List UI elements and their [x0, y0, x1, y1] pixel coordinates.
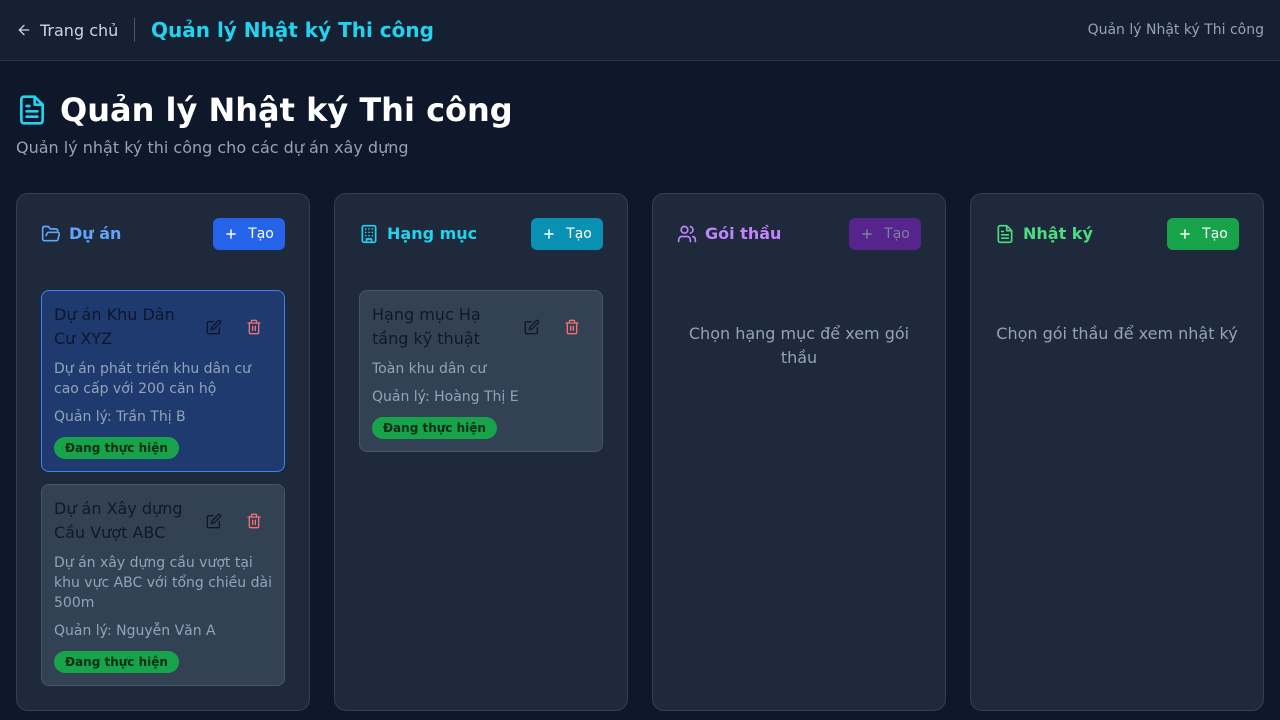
- users-icon: [677, 225, 697, 243]
- create-category-button[interactable]: Tạo: [531, 218, 603, 250]
- file-text-icon: [20, 95, 44, 125]
- project-name: Dự án Xây dựng Cầu Vượt ABC: [54, 499, 183, 542]
- project-description: Dự án phát triển khu dân cư cao cấp với …: [54, 361, 252, 397]
- packages-placeholder: Chọn hạng mục để xem gói thầu: [688, 324, 910, 367]
- packages-panel-title: Gói thầu: [677, 222, 781, 246]
- page-subtitle: Quản lý nhật ký thi công cho các dự án x…: [16, 138, 409, 157]
- packages-panel-header: Gói thầu Tạo: [677, 218, 921, 250]
- header-divider: [134, 18, 135, 42]
- create-project-button[interactable]: Tạo: [213, 218, 285, 250]
- logs-title-label: Nhật ký: [1023, 224, 1093, 243]
- categories-panel: Hạng mục Tạo Hạng mục Hạ tầng kỹ thuật T…: [334, 193, 628, 711]
- category-description: Toàn khu dân cư: [372, 361, 487, 377]
- logs-placeholder: Chọn gói thầu để xem nhật ký: [996, 324, 1238, 343]
- status-badge: Đang thực hiện: [372, 417, 497, 439]
- project-name: Dự án Khu Dân Cư XYZ: [54, 305, 175, 348]
- project-manager: Quản lý: Nguyễn Văn A: [54, 623, 216, 639]
- edit-button[interactable]: [202, 315, 226, 339]
- projects-title-label: Dự án: [69, 224, 122, 243]
- packages-panel: Gói thầu Tạo Chọn hạng mục để xem gói th…: [652, 193, 946, 711]
- plus-icon: [544, 229, 554, 239]
- logs-panel-title: Nhật ký: [995, 222, 1093, 246]
- delete-button[interactable]: [560, 315, 584, 339]
- create-label: Tạo: [1202, 226, 1228, 242]
- back-link[interactable]: Trang chủ: [16, 18, 118, 42]
- trash-icon: [247, 513, 261, 529]
- project-card[interactable]: Dự án Khu Dân Cư XYZ Dự án phát triển kh…: [41, 290, 285, 472]
- projects-panel-title: Dự án: [41, 222, 121, 246]
- project-description: Dự án xây dựng cầu vượt tại khu vực ABC …: [54, 555, 272, 611]
- edit-button[interactable]: [520, 315, 544, 339]
- status-badge: Đang thực hiện: [54, 651, 179, 673]
- categories-panel-header: Hạng mục Tạo: [359, 218, 603, 250]
- plus-icon: [862, 229, 872, 239]
- categories-title-label: Hạng mục: [387, 224, 478, 243]
- edit-button[interactable]: [202, 509, 226, 533]
- create-label: Tạo: [884, 226, 910, 242]
- breadcrumb: Quản lý Nhật ký Thi công: [1087, 22, 1264, 38]
- status-badge: Đang thực hiện: [54, 437, 179, 459]
- edit-icon: [206, 319, 222, 335]
- category-card[interactable]: Hạng mục Hạ tầng kỹ thuật Toàn khu dân c…: [359, 290, 603, 452]
- delete-button[interactable]: [242, 509, 266, 533]
- create-label: Tạo: [566, 226, 592, 242]
- building-icon: [361, 224, 377, 244]
- project-manager: Quản lý: Trần Thị B: [54, 409, 186, 425]
- edit-icon: [524, 319, 540, 335]
- categories-panel-title: Hạng mục: [359, 222, 477, 246]
- projects-panel-header: Dự án Tạo: [41, 218, 285, 250]
- logs-panel: Nhật ký Tạo Chọn gói thầu để xem nhật ký: [970, 193, 1264, 711]
- create-label: Tạo: [248, 226, 274, 242]
- page-title: Quản lý Nhật ký Thi công: [60, 91, 513, 129]
- trash-icon: [565, 319, 579, 335]
- file-text-icon: [997, 224, 1013, 244]
- edit-icon: [206, 513, 222, 529]
- logs-panel-header: Nhật ký Tạo: [995, 218, 1239, 250]
- create-log-button[interactable]: Tạo: [1167, 218, 1239, 250]
- category-name: Hạng mục Hạ tầng kỹ thuật: [372, 305, 481, 348]
- back-label: Trang chủ: [40, 20, 119, 40]
- create-package-button[interactable]: Tạo: [849, 218, 921, 250]
- delete-button[interactable]: [242, 315, 266, 339]
- projects-panel: Dự án Tạo Dự án Khu Dân Cư XYZ Dự án phá…: [16, 193, 310, 711]
- arrow-left-icon: [18, 24, 30, 36]
- top-bar: Trang chủ Quản lý Nhật ký Thi công Quản …: [0, 0, 1280, 61]
- category-manager: Quản lý: Hoàng Thị E: [372, 389, 519, 405]
- trash-icon: [247, 319, 261, 335]
- app-title: Quản lý Nhật ký Thi công: [151, 18, 434, 42]
- project-card[interactable]: Dự án Xây dựng Cầu Vượt ABC Dự án xây dự…: [41, 484, 285, 686]
- plus-icon: [226, 229, 236, 239]
- packages-title-label: Gói thầu: [705, 224, 782, 243]
- folder-open-icon: [41, 225, 61, 242]
- plus-icon: [1180, 229, 1190, 239]
